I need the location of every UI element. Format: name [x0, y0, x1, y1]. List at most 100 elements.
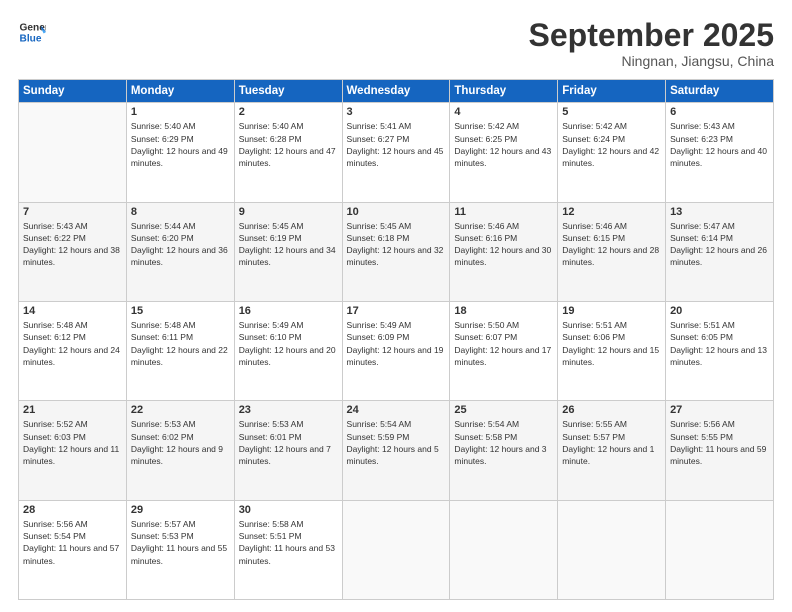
day-info: Sunrise: 5:55 AMSunset: 5:57 PMDaylight:…	[562, 418, 661, 467]
day-info: Sunrise: 5:49 AMSunset: 6:10 PMDaylight:…	[239, 319, 338, 368]
header-monday: Monday	[126, 80, 234, 103]
day-info: Sunrise: 5:42 AMSunset: 6:25 PMDaylight:…	[454, 120, 553, 169]
svg-text:Blue: Blue	[20, 33, 42, 44]
day-number: 18	[454, 305, 553, 317]
header-tuesday: Tuesday	[234, 80, 342, 103]
table-row	[666, 500, 774, 599]
table-row	[558, 500, 666, 599]
day-number: 28	[23, 504, 122, 516]
table-row: 9Sunrise: 5:45 AMSunset: 6:19 PMDaylight…	[234, 202, 342, 301]
table-row: 13 Sunrise: 5:47 AMSunset: 6:14 PMDayligh…	[666, 202, 774, 301]
table-row: 3 Sunrise: 5:41 AMSunset: 6:27 PMDaylight…	[342, 103, 450, 202]
day-number: 7	[23, 206, 122, 218]
day-info: Sunrise: 5:41 AMSunset: 6:27 PMDaylight:…	[347, 120, 446, 169]
day-number: 17	[347, 305, 446, 317]
calendar-week-row: 28 Sunrise: 5:56 AMSunset: 5:54 PMDayligh…	[19, 500, 774, 599]
day-number: 29	[131, 504, 230, 516]
table-row: 8 Sunrise: 5:44 AMSunset: 6:20 PMDaylight…	[126, 202, 234, 301]
day-info: Sunrise: 5:58 AMSunset: 5:51 PMDaylight:…	[239, 518, 338, 567]
day-info: Sunrise: 5:57 AMSunset: 5:53 PMDaylight:…	[131, 518, 230, 567]
day-info: Sunrise: 5:48 AMSunset: 6:12 PMDaylight:…	[23, 319, 122, 368]
day-number: 3	[347, 106, 446, 118]
table-row: 24 Sunrise: 5:54 AMSunset: 5:59 PMDayligh…	[342, 401, 450, 500]
table-row: 18 Sunrise: 5:50 AMSunset: 6:07 PMDayligh…	[450, 301, 558, 400]
day-number: 5	[562, 106, 661, 118]
header-friday: Friday	[558, 80, 666, 103]
day-info: Sunrise: 5:48 AMSunset: 6:11 PMDaylight:…	[131, 319, 230, 368]
table-row: 19 Sunrise: 5:51 AMSunset: 6:06 PMDayligh…	[558, 301, 666, 400]
table-row: 23 Sunrise: 5:53 AMSunset: 6:01 PMDayligh…	[234, 401, 342, 500]
day-number: 24	[347, 404, 446, 416]
day-number: 22	[131, 404, 230, 416]
day-number: 8	[131, 206, 230, 218]
table-row: 26 Sunrise: 5:55 AMSunset: 5:57 PMDayligh…	[558, 401, 666, 500]
day-number: 13	[670, 206, 769, 218]
day-info: Sunrise: 5:50 AMSunset: 6:07 PMDaylight:…	[454, 319, 553, 368]
day-info: Sunrise: 5:40 AMSunset: 6:29 PMDaylight:…	[131, 120, 230, 169]
day-info: Sunrise: 5:56 AMSunset: 5:55 PMDaylight:…	[670, 418, 769, 467]
logo-icon: General Blue	[18, 18, 46, 46]
table-row: 12 Sunrise: 5:46 AMSunset: 6:15 PMDayligh…	[558, 202, 666, 301]
day-number: 15	[131, 305, 230, 317]
day-number: 20	[670, 305, 769, 317]
table-row: 28 Sunrise: 5:56 AMSunset: 5:54 PMDayligh…	[19, 500, 127, 599]
table-row: 14Sunrise: 5:48 AMSunset: 6:12 PMDayligh…	[19, 301, 127, 400]
table-row: 6Sunrise: 5:43 AMSunset: 6:23 PMDaylight…	[666, 103, 774, 202]
table-row: 27 Sunrise: 5:56 AMSunset: 5:55 PMDayligh…	[666, 401, 774, 500]
day-number: 12	[562, 206, 661, 218]
calendar-week-row: 1Sunrise: 5:40 AMSunset: 6:29 PMDaylight…	[19, 103, 774, 202]
day-info: Sunrise: 5:43 AMSunset: 6:22 PMDaylight:…	[23, 220, 122, 269]
day-info: Sunrise: 5:44 AMSunset: 6:20 PMDaylight:…	[131, 220, 230, 269]
header-thursday: Thursday	[450, 80, 558, 103]
day-info: Sunrise: 5:46 AMSunset: 6:15 PMDaylight:…	[562, 220, 661, 269]
day-info: Sunrise: 5:46 AMSunset: 6:16 PMDaylight:…	[454, 220, 553, 269]
logo: General Blue	[18, 18, 46, 46]
location: Ningnan, Jiangsu, China	[529, 53, 774, 69]
table-row	[19, 103, 127, 202]
table-row: 5Sunrise: 5:42 AMSunset: 6:24 PMDaylight…	[558, 103, 666, 202]
day-info: Sunrise: 5:51 AMSunset: 6:05 PMDaylight:…	[670, 319, 769, 368]
day-number: 30	[239, 504, 338, 516]
month-title: September 2025	[529, 18, 774, 53]
table-row: 17Sunrise: 5:49 AMSunset: 6:09 PMDayligh…	[342, 301, 450, 400]
day-number: 2	[239, 106, 338, 118]
calendar-week-row: 7 Sunrise: 5:43 AMSunset: 6:22 PMDaylight…	[19, 202, 774, 301]
table-row: 30 Sunrise: 5:58 AMSunset: 5:51 PMDayligh…	[234, 500, 342, 599]
day-number: 27	[670, 404, 769, 416]
day-number: 26	[562, 404, 661, 416]
table-row: 20 Sunrise: 5:51 AMSunset: 6:05 PMDayligh…	[666, 301, 774, 400]
table-row: 10Sunrise: 5:45 AMSunset: 6:18 PMDayligh…	[342, 202, 450, 301]
day-info: Sunrise: 5:54 AMSunset: 5:58 PMDaylight:…	[454, 418, 553, 467]
title-block: September 2025 Ningnan, Jiangsu, China	[529, 18, 774, 69]
table-row: 4 Sunrise: 5:42 AMSunset: 6:25 PMDaylight…	[450, 103, 558, 202]
day-info: Sunrise: 5:45 AMSunset: 6:18 PMDaylight:…	[347, 220, 446, 269]
header-sunday: Sunday	[19, 80, 127, 103]
table-row: 7 Sunrise: 5:43 AMSunset: 6:22 PMDaylight…	[19, 202, 127, 301]
weekday-header-row: Sunday Monday Tuesday Wednesday Thursday…	[19, 80, 774, 103]
day-number: 16	[239, 305, 338, 317]
day-info: Sunrise: 5:51 AMSunset: 6:06 PMDaylight:…	[562, 319, 661, 368]
day-info: Sunrise: 5:54 AMSunset: 5:59 PMDaylight:…	[347, 418, 446, 467]
table-row: 16 Sunrise: 5:49 AMSunset: 6:10 PMDayligh…	[234, 301, 342, 400]
header: General Blue September 2025 Ningnan, Jia…	[18, 18, 774, 69]
day-number: 4	[454, 106, 553, 118]
day-info: Sunrise: 5:47 AMSunset: 6:14 PMDaylight:…	[670, 220, 769, 269]
day-info: Sunrise: 5:40 AMSunset: 6:28 PMDaylight:…	[239, 120, 338, 169]
day-info: Sunrise: 5:53 AMSunset: 6:01 PMDaylight:…	[239, 418, 338, 467]
header-saturday: Saturday	[666, 80, 774, 103]
day-number: 19	[562, 305, 661, 317]
table-row: 1Sunrise: 5:40 AMSunset: 6:29 PMDaylight…	[126, 103, 234, 202]
table-row: 15 Sunrise: 5:48 AMSunset: 6:11 PMDayligh…	[126, 301, 234, 400]
day-info: Sunrise: 5:56 AMSunset: 5:54 PMDaylight:…	[23, 518, 122, 567]
day-info: Sunrise: 5:52 AMSunset: 6:03 PMDaylight:…	[23, 418, 122, 467]
page: General Blue September 2025 Ningnan, Jia…	[0, 0, 792, 612]
table-row: 21Sunrise: 5:52 AMSunset: 6:03 PMDayligh…	[19, 401, 127, 500]
day-number: 6	[670, 106, 769, 118]
day-number: 11	[454, 206, 553, 218]
day-number: 23	[239, 404, 338, 416]
table-row: 2 Sunrise: 5:40 AMSunset: 6:28 PMDaylight…	[234, 103, 342, 202]
calendar-week-row: 14Sunrise: 5:48 AMSunset: 6:12 PMDayligh…	[19, 301, 774, 400]
table-row	[342, 500, 450, 599]
calendar-table: Sunday Monday Tuesday Wednesday Thursday…	[18, 79, 774, 600]
table-row: 22Sunrise: 5:53 AMSunset: 6:02 PMDayligh…	[126, 401, 234, 500]
